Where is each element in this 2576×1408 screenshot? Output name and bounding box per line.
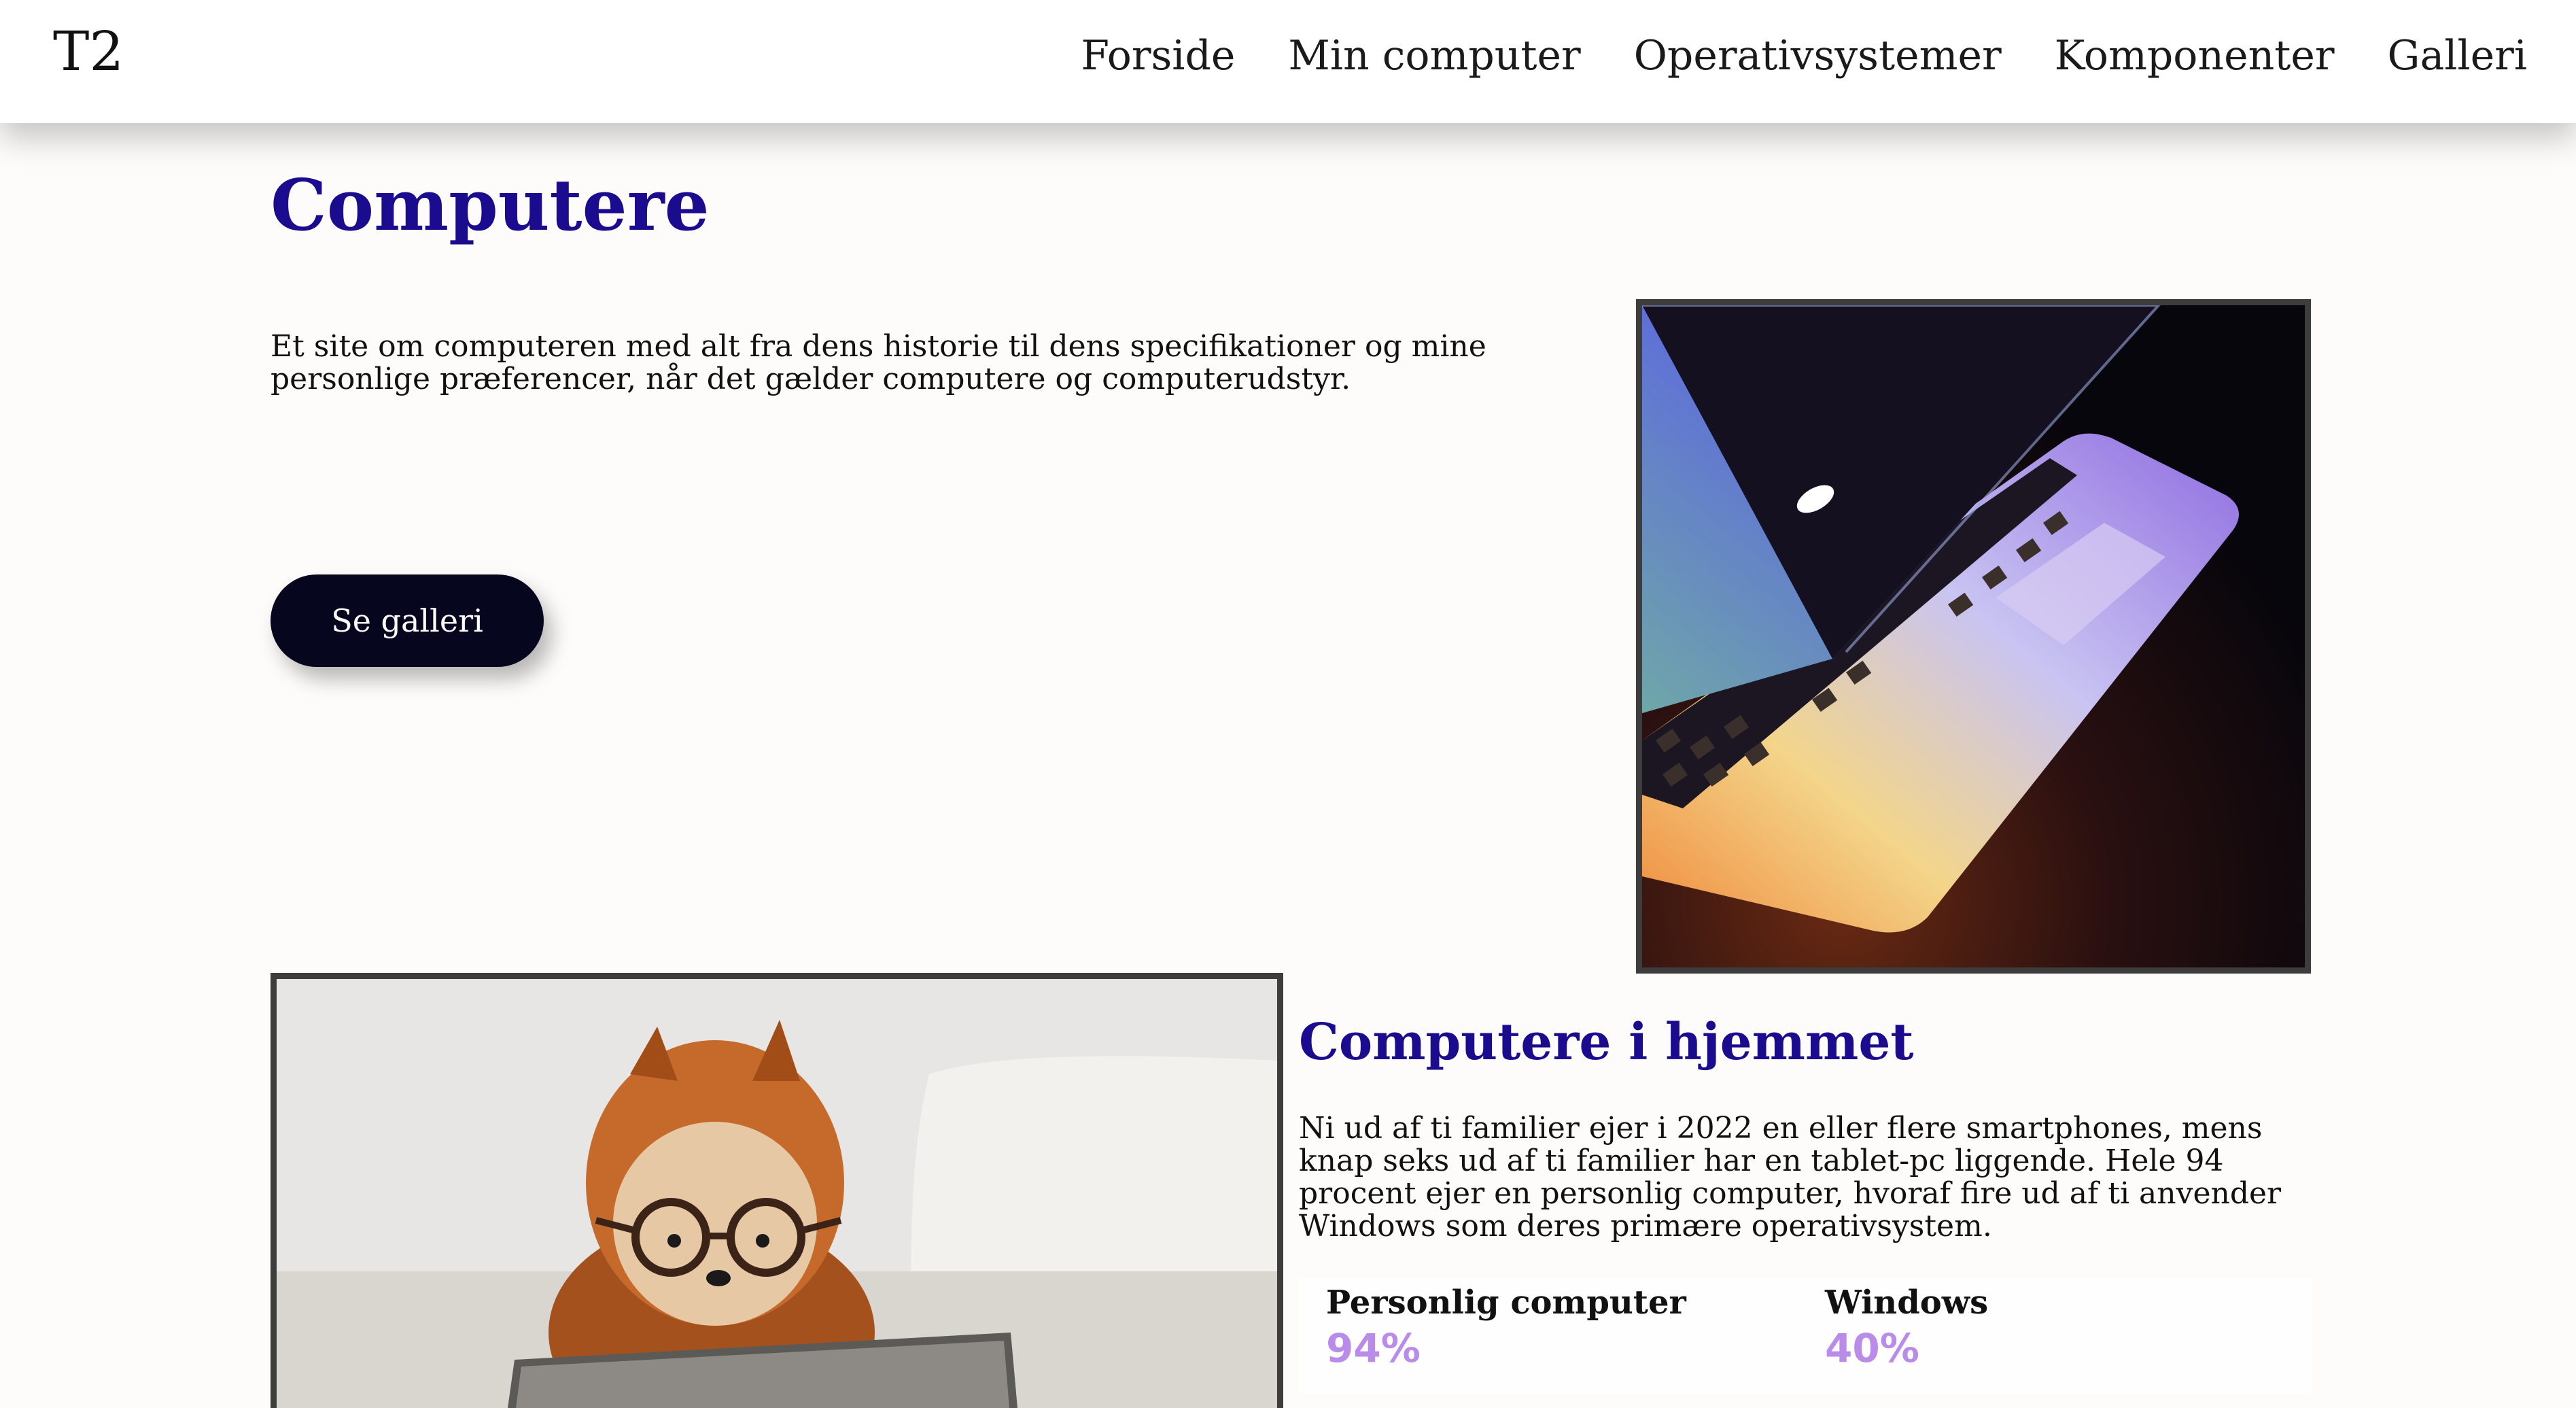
section-text: Ni ud af ti familier ejer i 2022 en elle… bbox=[1299, 1111, 2282, 1243]
nav-item-galleri[interactable]: Galleri bbox=[2388, 35, 2527, 76]
nav-item-min-computer[interactable]: Min computer bbox=[1288, 35, 1580, 76]
nav-item-forside[interactable]: Forside bbox=[1081, 35, 1235, 76]
stats-panel: Personlig computer 94% Windows 40% bbox=[1299, 1278, 2312, 1394]
stat-personal-computer: Personlig computer 94% bbox=[1326, 1286, 1686, 1368]
stat-value: 40% bbox=[1825, 1325, 1919, 1371]
page-title: Computere bbox=[271, 163, 710, 247]
dog-image bbox=[271, 973, 1283, 1408]
stat-value: 94% bbox=[1326, 1325, 1421, 1371]
stat-label: Windows bbox=[1825, 1284, 1989, 1322]
stat-windows: Windows 40% bbox=[1825, 1286, 1988, 1368]
gallery-button[interactable]: Se galleri bbox=[271, 574, 544, 667]
stat-label: Personlig computer bbox=[1326, 1284, 1686, 1322]
laptop-illustration bbox=[1642, 305, 2305, 967]
laptop-image bbox=[1636, 299, 2311, 974]
site-logo[interactable]: T2 bbox=[53, 24, 124, 79]
dog-illustration bbox=[277, 979, 1277, 1408]
section-title: Computere i hjemmet bbox=[1299, 1013, 1914, 1071]
nav-item-operativsystemer[interactable]: Operativsystemer bbox=[1634, 35, 2002, 76]
nav-item-komponenter[interactable]: Komponenter bbox=[2055, 35, 2335, 76]
top-navigation-bar: T2 Forside Min computer Operativsystemer… bbox=[0, 0, 2576, 123]
main-nav: Forside Min computer Operativsystemer Ko… bbox=[1081, 35, 2527, 76]
hero-description: Et site om computeren med alt fra dens h… bbox=[271, 329, 1486, 396]
